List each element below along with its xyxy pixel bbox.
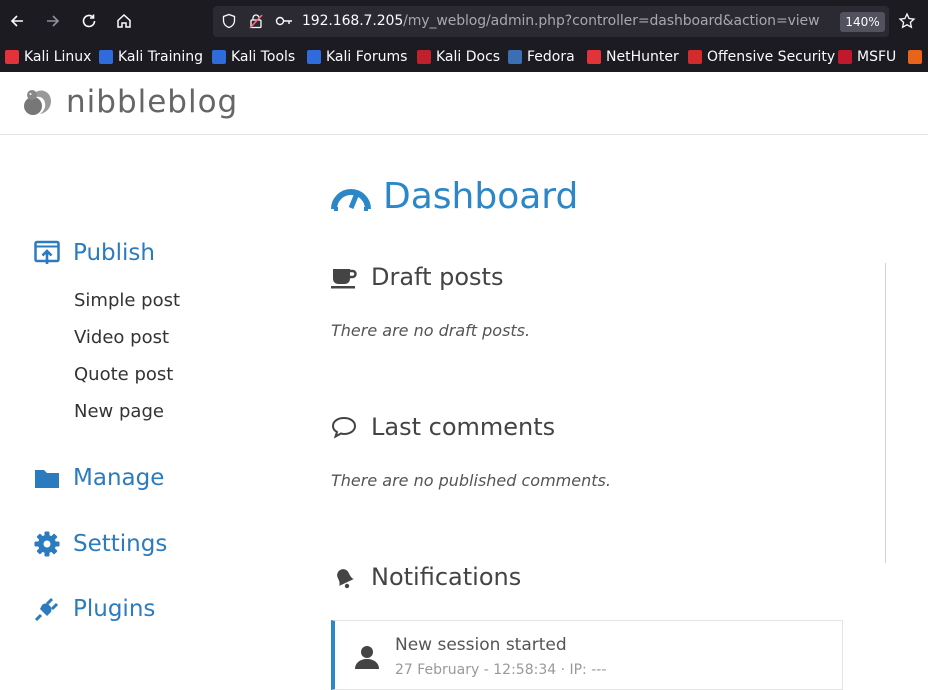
forward-button[interactable] <box>40 8 66 34</box>
bookmark-kali-docs[interactable]: Kali Docs <box>417 48 500 66</box>
coffee-cup-icon <box>331 269 357 289</box>
sidebar-plugins-label: Plugins <box>73 596 156 622</box>
sidebar-settings[interactable]: Settings <box>34 531 167 557</box>
kali-training-icon <box>99 50 113 64</box>
bookmarks-toolbar: Kali Linux Kali Training Kali Tools Kali Fo… <box>0 42 928 72</box>
site-title[interactable]: nibbleblog <box>66 84 238 120</box>
comment-icon <box>331 416 357 439</box>
sidebar-publish-label: Publish <box>73 240 155 266</box>
kali-forums-icon <box>307 50 321 64</box>
bookmark-label: Kali Forums <box>326 49 408 65</box>
url-text[interactable]: 192.168.7.205/my_weblog/admin.php?contro… <box>302 13 820 29</box>
sidebar-settings-label: Settings <box>73 531 168 557</box>
bookmark-kali-forums[interactable]: Kali Forums <box>307 48 407 66</box>
notification-meta: 27 February - 12:58:34 · IP: --- <box>395 662 607 678</box>
last-comments-heading-text: Last comments <box>371 413 556 441</box>
notification-title: New session started <box>395 635 567 655</box>
page-title: Dashboard <box>331 176 578 217</box>
dashboard-gauge-icon <box>331 188 371 211</box>
fedora-icon <box>508 50 522 64</box>
home-icon <box>117 13 131 28</box>
browser-navbar: 192.168.7.205/my_weblog/admin.php?contro… <box>0 0 928 42</box>
site-header: nibbleblog <box>0 72 928 135</box>
offsec-icon <box>688 50 702 64</box>
arrow-right-icon <box>47 15 60 27</box>
bookmark-label: Kali Tools <box>231 49 296 65</box>
user-icon <box>355 646 379 669</box>
zoom-level[interactable]: 140% <box>840 12 885 32</box>
bookmark-label: Fedora <box>527 49 575 65</box>
bookmark-label: Kali Training <box>118 49 203 65</box>
bookmark-label: Kali Docs <box>436 49 501 65</box>
bell-icon <box>337 569 354 589</box>
nethunter-icon <box>587 50 601 64</box>
last-comments-heading: Last comments <box>331 413 555 441</box>
notifications-heading-text: Notifications <box>371 563 522 591</box>
plug-icon <box>34 597 59 622</box>
key-icon[interactable] <box>275 14 293 28</box>
last-comments-empty: There are no published comments. <box>331 471 611 490</box>
star-icon <box>898 12 916 29</box>
reload-button[interactable] <box>76 8 102 34</box>
bookmark-label: Kali Linux <box>24 49 92 65</box>
sidebar-item-new-page[interactable]: New page <box>74 401 164 422</box>
bookmark-msfu[interactable]: MSFU <box>838 48 896 66</box>
url-path: /my_weblog/admin.php?controller=dashboar… <box>403 13 820 29</box>
draft-posts-empty: There are no draft posts. <box>331 321 531 340</box>
overflow-favicon <box>908 50 922 64</box>
bookmark-label: NetHunter <box>606 49 679 65</box>
sidebar-item-quote-post[interactable]: Quote post <box>74 364 173 385</box>
sidebar-item-simple-post[interactable]: Simple post <box>74 290 180 311</box>
kali-docs-icon <box>417 50 431 64</box>
bookmark-fedora[interactable]: Fedora <box>508 48 575 66</box>
column-divider <box>885 263 886 563</box>
sidebar-manage[interactable]: Manage <box>34 465 164 491</box>
address-bar[interactable]: 192.168.7.205/my_weblog/admin.php?contro… <box>213 6 889 37</box>
sidebar-plugins[interactable]: Plugins <box>34 596 155 622</box>
insecure-lock-icon[interactable] <box>248 13 264 29</box>
bookmark-star-button[interactable] <box>894 8 920 34</box>
bookmark-label: Offensive Security <box>707 49 836 65</box>
draft-posts-heading: Draft posts <box>331 263 503 291</box>
bookmark-kali-training[interactable]: Kali Training <box>99 48 203 66</box>
folder-icon <box>35 470 59 488</box>
sidebar-manage-label: Manage <box>73 465 165 491</box>
gear-icon <box>34 531 60 557</box>
bookmark-kali-tools[interactable]: Kali Tools <box>212 48 295 66</box>
kali-tools-icon <box>212 50 226 64</box>
home-button[interactable] <box>111 8 137 34</box>
page-title-text: Dashboard <box>383 176 579 217</box>
msfu-icon <box>838 50 852 64</box>
sidebar-publish[interactable]: Publish <box>34 240 155 266</box>
bookmark-nethunter[interactable]: NetHunter <box>587 48 679 66</box>
bookmark-overflow-icon[interactable] <box>908 48 927 66</box>
arrow-left-icon <box>10 15 23 27</box>
url-host: 192.168.7.205 <box>302 13 404 29</box>
reload-icon <box>82 14 96 28</box>
publish-icon <box>34 240 60 264</box>
shield-icon[interactable] <box>221 13 237 29</box>
draft-posts-heading-text: Draft posts <box>371 263 504 291</box>
squirrel-logo-icon <box>24 90 51 115</box>
sidebar-item-video-post[interactable]: Video post <box>74 327 169 348</box>
back-button[interactable] <box>4 8 30 34</box>
bookmark-kali-linux[interactable]: Kali Linux <box>5 48 91 66</box>
browser-chrome: 192.168.7.205/my_weblog/admin.php?contro… <box>0 0 928 72</box>
bookmark-label: MSFU <box>857 49 897 65</box>
kali-dragon-icon <box>5 50 19 64</box>
bookmark-offensive-security[interactable]: Offensive Security <box>688 48 835 66</box>
notifications-heading: Notifications <box>331 563 521 591</box>
